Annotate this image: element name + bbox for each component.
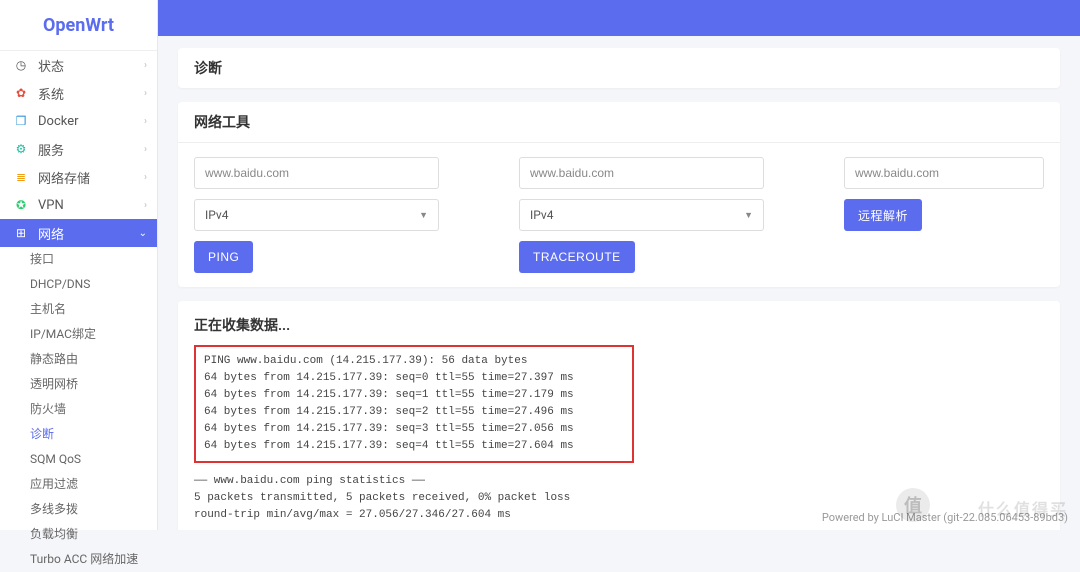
chevron-icon: › bbox=[144, 116, 147, 127]
nslookup-host-input[interactable] bbox=[844, 157, 1044, 189]
chevron-icon: › bbox=[144, 88, 147, 99]
traceroute-proto-select[interactable]: IPv4 ▼ bbox=[519, 199, 764, 231]
ping-output-highlighted: PING www.baidu.com (14.215.177.39): 56 d… bbox=[194, 345, 634, 463]
sidebar-subitem-SQM QoS[interactable]: SQM QoS bbox=[0, 447, 157, 472]
ping-column: IPv4 ▼ PING bbox=[194, 157, 439, 273]
sidebar-item-VPN[interactable]: ✪ VPN › bbox=[0, 191, 157, 219]
sidebar-item-Docker[interactable]: ❒ Docker › bbox=[0, 107, 157, 135]
caret-down-icon: ▼ bbox=[744, 210, 753, 221]
sidebar-subitem-透明网桥[interactable]: 透明网桥 bbox=[0, 372, 157, 397]
chevron-icon: › bbox=[144, 200, 147, 211]
nslookup-column: 远程解析 bbox=[844, 157, 1044, 273]
tools-row: IPv4 ▼ PING IPv4 ▼ TRACEROUTE 远程解析 bbox=[194, 157, 1044, 273]
sidebar-subitem-IP/MAC绑定[interactable]: IP/MAC绑定 bbox=[0, 322, 157, 347]
traceroute-button[interactable]: TRACEROUTE bbox=[519, 241, 635, 273]
traceroute-host-input[interactable] bbox=[519, 157, 764, 189]
collecting-label: 正在收集数据... bbox=[194, 315, 1044, 345]
sidebar-subitem-防火墙[interactable]: 防火墙 bbox=[0, 397, 157, 422]
nav-icon: ❒ bbox=[12, 114, 30, 128]
nav-label: 网络 bbox=[38, 224, 64, 243]
nav-icon: ⊞ bbox=[12, 226, 30, 240]
nav-label: Docker bbox=[38, 114, 79, 129]
nav-icon: ✿ bbox=[12, 86, 30, 100]
sidebar-item-状态[interactable]: ◷ 状态 › bbox=[0, 51, 157, 79]
ping-button[interactable]: PING bbox=[194, 241, 253, 273]
sidebar-item-网络存储[interactable]: ≣ 网络存储 › bbox=[0, 163, 157, 191]
logo: OpenWrt bbox=[0, 0, 157, 50]
traceroute-proto-value: IPv4 bbox=[530, 208, 553, 222]
sidebar-item-服务[interactable]: ⚙ 服务 › bbox=[0, 135, 157, 163]
sidebar-item-系统[interactable]: ✿ 系统 › bbox=[0, 79, 157, 107]
sidebar-subitem-DHCP/DNS[interactable]: DHCP/DNS bbox=[0, 272, 157, 297]
main-content: 诊断 网络工具 IPv4 ▼ PING IPv4 ▼ bbox=[158, 36, 1080, 530]
sidebar-item-网络[interactable]: ⊞ 网络 ⌄ bbox=[0, 219, 157, 247]
sidebar-subitem-应用过滤[interactable]: 应用过滤 bbox=[0, 472, 157, 497]
page-title: 诊断 bbox=[178, 48, 1060, 88]
caret-down-icon: ▼ bbox=[419, 210, 428, 221]
page-header-card: 诊断 bbox=[178, 48, 1060, 88]
chevron-icon: › bbox=[144, 172, 147, 183]
nav-icon: ✪ bbox=[12, 198, 30, 212]
sidebar-subitem-静态路由[interactable]: 静态路由 bbox=[0, 347, 157, 372]
sidebar-subitem-负载均衡[interactable]: 负载均衡 bbox=[0, 522, 157, 547]
ping-host-input[interactable] bbox=[194, 157, 439, 189]
nav-main: ◷ 状态 › ✿ 系统 › ❒ Docker › ⚙ 服务 › ≣ 网络存储 › ✪ VPN › ⊞ 网络 ⌄ bbox=[0, 50, 157, 247]
ping-output: PING www.baidu.com (14.215.177.39): 56 d… bbox=[194, 345, 1044, 524]
nslookup-button[interactable]: 远程解析 bbox=[844, 199, 922, 231]
chevron-icon: › bbox=[144, 144, 147, 155]
tools-title: 网络工具 bbox=[178, 102, 1060, 143]
sidebar-subitem-主机名[interactable]: 主机名 bbox=[0, 297, 157, 322]
sidebar: OpenWrt ◷ 状态 › ✿ 系统 › ❒ Docker › ⚙ 服务 › ≣ 网络存储 › ✪ VPN › ⊞… bbox=[0, 0, 158, 530]
sidebar-subitem-接口[interactable]: 接口 bbox=[0, 247, 157, 272]
chevron-icon: ⌄ bbox=[139, 228, 147, 239]
traceroute-column: IPv4 ▼ TRACEROUTE bbox=[519, 157, 764, 273]
nav-sub: 接口DHCP/DNS主机名IP/MAC绑定静态路由透明网桥防火墙诊断SQM Qo… bbox=[0, 247, 157, 572]
nav-icon: ⚙ bbox=[12, 142, 30, 156]
sidebar-subitem-Turbo ACC 网络加速[interactable]: Turbo ACC 网络加速 bbox=[0, 547, 157, 572]
chevron-icon: › bbox=[144, 60, 147, 71]
nav-label: VPN bbox=[38, 198, 64, 213]
nav-label: 系统 bbox=[38, 84, 64, 103]
network-tools-card: 网络工具 IPv4 ▼ PING IPv4 ▼ TRA bbox=[178, 102, 1060, 287]
ping-proto-select[interactable]: IPv4 ▼ bbox=[194, 199, 439, 231]
ping-proto-value: IPv4 bbox=[205, 208, 228, 222]
sidebar-subitem-诊断[interactable]: 诊断 bbox=[0, 422, 157, 447]
sidebar-subitem-多线多拨[interactable]: 多线多拨 bbox=[0, 497, 157, 522]
nav-label: 服务 bbox=[38, 140, 64, 159]
results-card: 正在收集数据... PING www.baidu.com (14.215.177… bbox=[178, 301, 1060, 530]
nav-label: 网络存储 bbox=[38, 168, 90, 187]
nav-icon: ◷ bbox=[12, 58, 30, 72]
nav-icon: ≣ bbox=[12, 170, 30, 184]
nav-label: 状态 bbox=[38, 56, 64, 75]
topbar bbox=[158, 0, 1080, 36]
footer-text: Powered by LuCI Master (git-22.085.06453… bbox=[822, 511, 1068, 524]
